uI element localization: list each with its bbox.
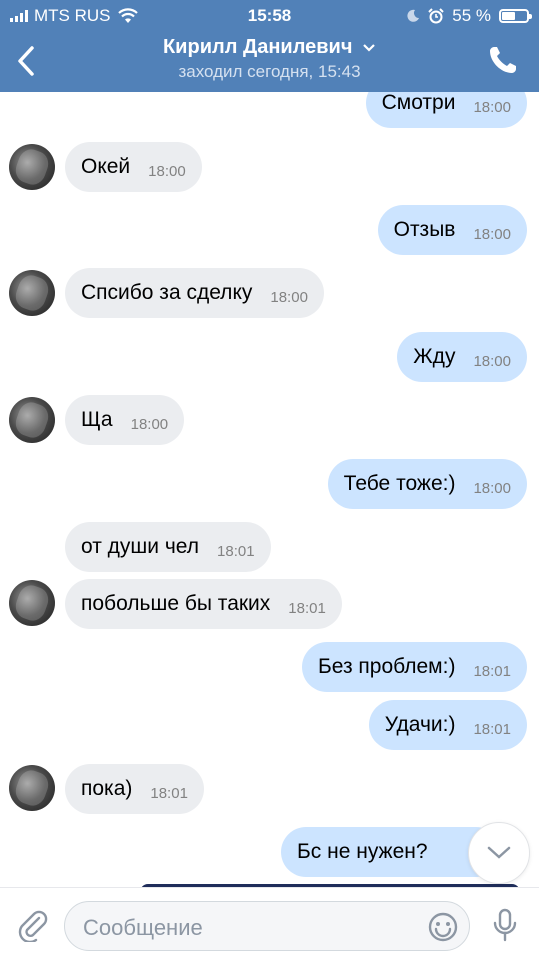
message-text: Ща bbox=[81, 408, 113, 431]
paperclip-icon[interactable] bbox=[15, 908, 49, 942]
message-outgoing[interactable]: Удачи:) 18:01 bbox=[368, 700, 527, 750]
message-input-wrapper bbox=[64, 901, 470, 951]
alarm-icon bbox=[428, 8, 444, 24]
avatar[interactable] bbox=[9, 397, 55, 443]
status-bar: MTS RUS 15:58 55 % bbox=[0, 0, 539, 32]
message-incoming[interactable]: побольше бы таких 18:01 bbox=[65, 579, 342, 629]
message-outgoing[interactable]: Тебе тоже:) 18:00 bbox=[327, 459, 527, 509]
message-incoming[interactable]: Окей 18:00 bbox=[65, 142, 202, 192]
avatar[interactable] bbox=[9, 144, 55, 190]
message-outgoing[interactable]: Жду 18:00 bbox=[397, 332, 527, 382]
avatar[interactable] bbox=[9, 765, 55, 811]
message-text: Смотри bbox=[381, 92, 456, 114]
message-time: 18:00 bbox=[130, 415, 169, 433]
message-time: 18:00 bbox=[473, 479, 511, 497]
chevron-down-icon bbox=[487, 846, 511, 859]
battery-percent: 55 % bbox=[452, 6, 491, 25]
message-text: Без проблем:) bbox=[317, 655, 456, 678]
message-text: пока) bbox=[81, 777, 133, 800]
message-time: 18:00 bbox=[473, 225, 511, 243]
message-text: побольше бы таких bbox=[81, 592, 271, 615]
contact-name: Кирилл Данилевич bbox=[162, 36, 353, 58]
last-seen-status: заходил сегодня, 15:43 bbox=[178, 62, 361, 81]
message-outgoing[interactable]: Смотри 18:00 bbox=[365, 92, 527, 128]
message-text: Жду bbox=[413, 345, 456, 368]
message-text: Спсибо за сделку bbox=[81, 281, 253, 304]
message-time: 18:01 bbox=[217, 542, 255, 560]
message-incoming[interactable]: пока) 18:01 bbox=[65, 764, 204, 814]
message-input[interactable] bbox=[81, 912, 415, 944]
microphone-icon[interactable] bbox=[491, 908, 519, 942]
message-text: Бс не нужен? bbox=[297, 840, 428, 863]
message-time: 18:01 bbox=[473, 662, 511, 680]
message-text: от души чел bbox=[81, 535, 200, 558]
conversation-title[interactable]: Кирилл Данилевич заходил сегодня, 15:43 bbox=[0, 36, 539, 82]
message-text: Удачи:) bbox=[384, 713, 456, 736]
smiley-icon[interactable] bbox=[427, 911, 459, 943]
scroll-down-button[interactable] bbox=[468, 822, 530, 884]
message-incoming[interactable]: Ща 18:00 bbox=[65, 395, 185, 445]
message-time: 18:01 bbox=[150, 784, 188, 802]
message-incoming[interactable]: Спсибо за сделку 18:00 bbox=[65, 268, 324, 318]
message-time: 18:01 bbox=[473, 720, 511, 738]
message-text: Окей bbox=[81, 155, 131, 178]
message-time: 18:00 bbox=[473, 352, 511, 370]
message-time: 18:00 bbox=[270, 288, 308, 306]
phone-icon[interactable] bbox=[487, 44, 519, 76]
message-outgoing[interactable]: Без проблем:) 18:01 bbox=[301, 642, 527, 692]
message-incoming[interactable]: от души чел 18:01 bbox=[65, 522, 271, 572]
avatar[interactable] bbox=[9, 580, 55, 626]
message-time: 18:00 bbox=[148, 162, 186, 180]
battery-icon bbox=[499, 9, 532, 23]
message-outgoing[interactable]: Отзыв 18:00 bbox=[377, 205, 527, 255]
message-composer bbox=[0, 887, 539, 961]
chat-header: MTS RUS 15:58 55 % Кирилл Данилевич захо… bbox=[0, 0, 539, 92]
message-text: Тебе тоже:) bbox=[343, 472, 456, 495]
avatar[interactable] bbox=[9, 270, 55, 316]
moon-icon bbox=[407, 9, 420, 22]
message-time: 18:01 bbox=[288, 599, 326, 617]
message-list[interactable]: Смотри 18:00 Окей 18:00 Отзыв 18:00 Спси… bbox=[0, 92, 539, 887]
chevron-down-icon bbox=[363, 43, 375, 52]
message-time: 18:00 bbox=[473, 98, 511, 116]
message-text: Отзыв bbox=[393, 218, 456, 241]
